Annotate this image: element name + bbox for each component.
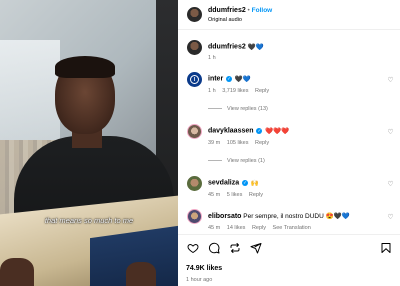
comments-panel: ddumfries2 • Follow Original audio ddumf…	[178, 0, 400, 286]
video-panel[interactable]: that means so much to me	[0, 0, 178, 286]
bookmark-icon	[381, 242, 390, 253]
heart-icon[interactable]: ♡	[387, 77, 394, 84]
comment-likes[interactable]: 3,719 likes	[222, 88, 248, 94]
author-avatar[interactable]	[187, 7, 202, 22]
commenter-avatar[interactable]	[187, 176, 202, 191]
share-icon	[250, 242, 261, 253]
comment-text: 🙌	[250, 180, 259, 187]
comment-time: 45 m	[208, 225, 221, 231]
save-button[interactable]	[379, 241, 392, 254]
comment-username[interactable]: davyklaassen	[208, 128, 254, 135]
comment-time: 39 m	[208, 140, 221, 146]
reply-button[interactable]: Reply	[249, 192, 263, 198]
video-caption: that means so much to me	[44, 216, 134, 225]
author-avatar[interactable]	[187, 40, 202, 55]
reply-button[interactable]: Reply	[255, 140, 269, 146]
view-replies-button[interactable]: View replies (13)	[208, 106, 268, 112]
commenter-avatar[interactable]: I	[187, 72, 202, 87]
comment-likes[interactable]: 5 likes	[227, 192, 243, 198]
reply-button[interactable]: Reply	[255, 88, 269, 94]
reply-button[interactable]: Reply	[252, 225, 266, 231]
view-replies-button[interactable]: View replies (1)	[208, 158, 265, 164]
comment-text: Per sempre, il nostro DUDU 😍🖤💙	[243, 213, 350, 220]
comment-time: 1 h	[208, 88, 216, 94]
action-bar	[186, 241, 262, 255]
hand-left	[0, 258, 34, 286]
commenter-avatar[interactable]	[187, 209, 202, 224]
caption-username[interactable]: ddumfries2	[208, 44, 246, 51]
share-button[interactable]	[249, 241, 262, 254]
heart-icon	[186, 243, 199, 253]
verified-icon: ✓	[256, 128, 263, 134]
post-header: ddumfries2 • Follow Original audio	[178, 0, 400, 30]
comment-username[interactable]: inter	[208, 76, 223, 83]
like-button[interactable]	[186, 241, 199, 254]
heart-icon[interactable]: ♡	[387, 181, 394, 188]
heart-icon[interactable]: ♡	[387, 129, 394, 136]
hand-right	[126, 262, 156, 286]
inter-logo-icon: I	[190, 75, 199, 84]
post-timestamp: 1 hour ago	[186, 277, 213, 283]
comment-icon	[208, 242, 219, 253]
likes-count[interactable]: 74.9K likes	[186, 265, 222, 272]
follow-button[interactable]: Follow	[252, 7, 273, 14]
audio-subtitle[interactable]: Original audio	[208, 17, 242, 23]
heart-icon[interactable]: ♡	[387, 214, 394, 221]
repost-icon	[230, 242, 239, 253]
commenter-avatar[interactable]	[187, 124, 202, 139]
header-separator: •	[247, 7, 250, 14]
person-hair	[55, 56, 115, 78]
comment-likes[interactable]: 105 likes	[227, 140, 249, 146]
see-translation-button[interactable]: See Translation	[273, 225, 311, 231]
author-username[interactable]: ddumfries2	[208, 7, 246, 14]
comment-likes[interactable]: 14 likes	[227, 225, 246, 231]
caption-emojis: 🖤💙	[247, 44, 264, 51]
comment-text: ❤️❤️❤️	[265, 128, 290, 135]
comment-text: 🖤💙	[234, 76, 251, 83]
actions-divider	[178, 234, 400, 235]
comment-button[interactable]	[207, 241, 220, 254]
caption-time: 1 h	[208, 55, 216, 61]
repost-button[interactable]	[228, 241, 241, 254]
verified-icon: ✓	[241, 180, 248, 186]
comment-username[interactable]: eliborsato	[208, 213, 241, 220]
verified-icon: ✓	[225, 76, 232, 82]
comment-time: 45 m	[208, 192, 221, 198]
comment-username[interactable]: sevdaliza	[208, 180, 239, 187]
